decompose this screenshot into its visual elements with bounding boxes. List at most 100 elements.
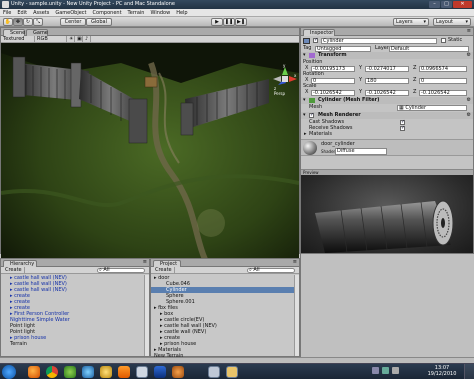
scene-fx-toggle[interactable]: ▣ [75, 36, 83, 43]
draw-mode-dropdown[interactable]: Textured [1, 36, 35, 43]
volume-icon[interactable] [392, 367, 399, 374]
start-orb-icon[interactable] [2, 365, 16, 379]
search-placeholder: All [253, 267, 260, 273]
static-checkbox[interactable] [441, 38, 446, 43]
vlc-icon[interactable] [118, 366, 130, 378]
project-scrollbar[interactable] [294, 275, 299, 356]
shader-dropdown[interactable]: Diffuse [335, 148, 387, 155]
notepad-icon[interactable] [208, 366, 220, 378]
clock[interactable]: 13:07 19/12/2010 [424, 365, 460, 377]
transform-header[interactable]: ▾ Transform ⚙ [301, 52, 473, 59]
tag-label: Tag [303, 45, 312, 51]
scale-z-field[interactable]: -0.1026542 [419, 90, 467, 96]
folder-icon[interactable] [226, 366, 238, 378]
tray-icon[interactable] [372, 367, 379, 374]
media-player-icon[interactable] [82, 366, 94, 378]
play-icon: ▶ [215, 19, 219, 25]
object-name-field[interactable]: Cylinder [321, 38, 437, 44]
pause-button[interactable]: ❚❚ [223, 18, 235, 26]
axis-y-label: Y [359, 89, 363, 95]
mesh-field[interactable]: ▦ Cylinder [397, 105, 467, 111]
menu-file[interactable]: File [3, 9, 11, 17]
menu-component[interactable]: Component [93, 9, 122, 17]
step-button[interactable]: ▶❚ [235, 18, 247, 26]
project-create-button[interactable]: Create [153, 267, 175, 274]
mesh-preview-viewport[interactable] [301, 175, 473, 253]
chevron-down-icon: ▾ [465, 19, 468, 25]
explorer-icon[interactable] [100, 366, 112, 378]
create-label: Create [5, 267, 22, 273]
hand-tool-button[interactable]: ✋ [3, 18, 13, 26]
gear-icon[interactable]: ⚙ [467, 97, 471, 104]
close-button[interactable]: ✕ [453, 1, 472, 8]
mesh-renderer-header[interactable]: ▾ ✓ Mesh Renderer ⚙ [301, 112, 473, 119]
tab-hierarchy[interactable]: Hierarchy [3, 260, 37, 267]
move-icon: ✥ [15, 19, 21, 25]
menu-bar: File Edit Assets GameObject Component Te… [0, 9, 474, 17]
gear-icon[interactable]: ⚙ [467, 112, 471, 119]
project-list: ▸ door Cube.046 Cylinder Sphere Sphere.0… [151, 275, 294, 359]
messenger-icon[interactable] [64, 366, 76, 378]
axis-z-label: Z [413, 89, 417, 95]
scale-x-field[interactable]: -0.1026542 [311, 90, 355, 96]
chrome-icon[interactable] [46, 366, 58, 378]
menu-window[interactable]: Window [150, 9, 170, 17]
mesh-filter-header[interactable]: ▾ Cylinder (Mesh Filter) ⚙ [301, 97, 473, 104]
scale-y-field[interactable]: -0.1026542 [365, 90, 409, 96]
tab-inspector[interactable]: Inspector [303, 29, 335, 36]
scale-tool-button[interactable]: ⤡ [33, 18, 43, 26]
menu-help[interactable]: Help [176, 9, 187, 17]
panel-menu-icon[interactable]: ≡ [467, 28, 471, 34]
tab-game[interactable]: Game [26, 29, 48, 36]
sun-icon: ☀ [69, 36, 74, 42]
chevron-down-icon: ▾ [423, 19, 426, 25]
play-button[interactable]: ▶ [211, 18, 223, 26]
rotate-icon: ↻ [25, 19, 31, 25]
network-icon[interactable] [382, 367, 389, 374]
show-desktop-button[interactable] [464, 364, 474, 379]
maximize-button[interactable]: □ [441, 1, 452, 8]
tab-scene[interactable]: Scene [3, 29, 25, 36]
hierarchy-scrollbar[interactable] [144, 275, 149, 356]
active-checkbox[interactable]: ✓ [313, 38, 318, 43]
unity-app-icon [2, 1, 9, 8]
hierarchy-item[interactable]: Terrain [1, 341, 144, 347]
materials-row[interactable]: ▸ Materials [301, 131, 473, 138]
lighting-toggle[interactable]: ☀ [67, 36, 75, 43]
firefox-icon[interactable] [28, 366, 40, 378]
space-global-button[interactable]: Global [86, 18, 112, 26]
foldout-arrow-icon: ▸ [304, 131, 307, 137]
pivot-label: Center [64, 19, 82, 25]
layers-label: Layers [396, 19, 413, 25]
scene-gizmo[interactable]: y x z Persp [271, 63, 299, 97]
menu-gameobject[interactable]: GameObject [55, 9, 86, 17]
layout-dropdown[interactable]: Layout ▾ [433, 18, 471, 26]
scene-panel: Scene Game Textured RGB ☀ ▣ ♪ y x z Pers… [0, 27, 300, 280]
render-mode-dropdown[interactable]: RGB [35, 36, 67, 43]
minimize-button[interactable]: – [429, 1, 440, 8]
rotate-tool-button[interactable]: ↻ [23, 18, 33, 26]
photoshop-icon[interactable] [154, 366, 166, 378]
tag-layer-row: Tag Untagged Layer Default [301, 45, 473, 52]
menu-edit[interactable]: Edit [17, 9, 27, 17]
create-label: Create [155, 267, 172, 273]
move-tool-button[interactable]: ✥ [13, 18, 23, 26]
menu-assets[interactable]: Assets [33, 9, 49, 17]
scale-x-value: -0.1026542 [313, 90, 342, 96]
audio-toggle[interactable]: ♪ [83, 36, 91, 43]
unity-icon[interactable] [136, 366, 148, 378]
gear-icon[interactable]: ⚙ [467, 52, 471, 59]
pivot-center-button[interactable]: Center [60, 18, 86, 26]
blender-icon[interactable] [172, 366, 184, 378]
hierarchy-create-button[interactable]: Create [3, 267, 25, 274]
mesh-renderer-enabled-checkbox[interactable]: ✓ [309, 113, 314, 118]
hierarchy-search-input[interactable]: ⌕ All [97, 268, 145, 273]
panel-menu-icon[interactable]: ≡ [143, 259, 147, 265]
project-search-input[interactable]: ⌕ All [247, 268, 295, 273]
layers-dropdown[interactable]: Layers ▾ [393, 18, 429, 26]
mesh-row: Mesh ▦ Cylinder [301, 104, 473, 111]
tab-project[interactable]: Project [153, 260, 181, 267]
menu-terrain[interactable]: Terrain [128, 9, 145, 17]
panel-menu-icon[interactable]: ≡ [293, 259, 297, 265]
scene-viewport[interactable]: y x z Persp [1, 43, 299, 280]
